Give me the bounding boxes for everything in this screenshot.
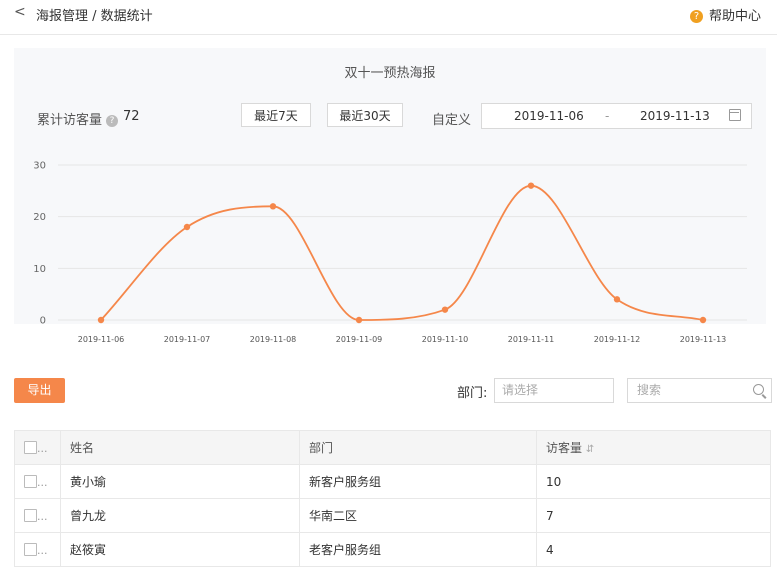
cell-visits: 4 <box>536 532 771 567</box>
row-select[interactable]: ... <box>14 532 61 567</box>
top-bar: < 海报管理 / 数据统计 ? 帮助中心 <box>0 0 777 35</box>
search-placeholder: 搜索 <box>637 383 662 397</box>
date-separator: - <box>605 109 610 123</box>
select-all-header[interactable]: ... <box>14 430 61 465</box>
visitor-table: ... 姓名 部门 访客量 ⇵ ... 黄小瑜 新客户服务组 10 ... 曾九… <box>14 430 771 567</box>
col-dept: 部门 <box>299 430 537 465</box>
cell-name: 曾九龙 <box>60 498 300 533</box>
export-button[interactable]: 导出 <box>14 378 65 403</box>
help-center-link[interactable]: ? 帮助中心 <box>689 5 761 24</box>
x-tick-label: 2019-11-12 <box>594 335 641 344</box>
cell-name: 赵筱寅 <box>60 532 300 567</box>
cell-dept: 华南二区 <box>299 498 537 533</box>
table-row[interactable]: ... 赵筱寅 老客户服务组 4 <box>14 532 771 567</box>
sort-icon: ⇵ <box>585 444 595 455</box>
help-label: 帮助中心 <box>708 9 761 24</box>
data-point <box>269 203 277 210</box>
data-point <box>441 306 449 313</box>
search-icon[interactable] <box>753 384 764 395</box>
calendar-icon[interactable] <box>729 109 741 121</box>
x-tick-label: 2019-11-07 <box>164 335 211 344</box>
col-visits[interactable]: 访客量 ⇵ <box>536 430 771 465</box>
last-7-days-button[interactable]: 最近7天 <box>241 103 311 127</box>
checkbox-icon[interactable] <box>24 508 37 522</box>
cell-dept: 新客户服务组 <box>299 464 537 499</box>
cell-name: 黄小瑜 <box>60 464 300 499</box>
poster-title: 双十一预热海报 <box>344 66 436 81</box>
total-visitors-value: 72 <box>123 109 140 124</box>
data-point <box>97 316 105 324</box>
custom-range-label: 自定义 <box>432 113 472 128</box>
department-label: 部门: <box>457 386 488 401</box>
x-tick-label: 2019-11-10 <box>422 335 469 344</box>
y-tick-label: 20 <box>33 212 46 223</box>
data-point <box>183 223 191 231</box>
row-select[interactable]: ... <box>14 464 61 499</box>
row-select[interactable]: ... <box>14 498 61 533</box>
last-30-days-button[interactable]: 最近30天 <box>327 103 403 127</box>
y-tick-label: 0 <box>40 316 46 327</box>
end-date[interactable]: 2019-11-13 <box>640 109 710 123</box>
checkbox-icon[interactable] <box>24 440 37 454</box>
x-tick-label: 2019-11-06 <box>78 335 125 344</box>
cell-dept: 老客户服务组 <box>299 532 537 567</box>
data-point <box>355 316 363 324</box>
back-chevron-icon[interactable]: < <box>14 4 26 20</box>
cell-visits: 7 <box>536 498 771 533</box>
visitor-line-chart: 0 10 20 30 2019-11-06 2019-11-07 2019-11-08 201… <box>33 161 747 344</box>
x-tick-label: 2019-11-13 <box>680 335 727 344</box>
search-input[interactable]: 搜索 <box>627 378 772 403</box>
checkbox-icon[interactable] <box>24 474 37 488</box>
total-visitors-label: 累计访客量? <box>37 109 119 128</box>
x-tick-label: 2019-11-11 <box>508 335 555 344</box>
table-row[interactable]: ... 曾九龙 华南二区 7 <box>14 498 771 533</box>
data-point <box>613 296 621 303</box>
table-row[interactable]: ... 黄小瑜 新客户服务组 10 <box>14 464 771 499</box>
series-line <box>100 184 704 321</box>
y-tick-label: 10 <box>33 264 46 275</box>
x-tick-label: 2019-11-08 <box>250 335 297 344</box>
data-point <box>527 182 535 189</box>
question-circle-icon: ? <box>689 10 703 23</box>
date-range-picker[interactable]: 2019-11-06 - 2019-11-13 <box>481 103 752 129</box>
cell-visits: 10 <box>536 464 771 499</box>
y-tick-label: 30 <box>33 161 46 172</box>
data-point <box>699 316 707 324</box>
start-date[interactable]: 2019-11-06 <box>514 109 584 123</box>
breadcrumb: 海报管理 / 数据统计 <box>36 9 153 24</box>
department-select[interactable]: 请选择 <box>494 378 614 403</box>
info-icon[interactable]: ? <box>106 115 119 127</box>
col-name: 姓名 <box>60 430 300 465</box>
checkbox-icon[interactable] <box>24 542 37 556</box>
x-tick-label: 2019-11-09 <box>336 335 383 344</box>
